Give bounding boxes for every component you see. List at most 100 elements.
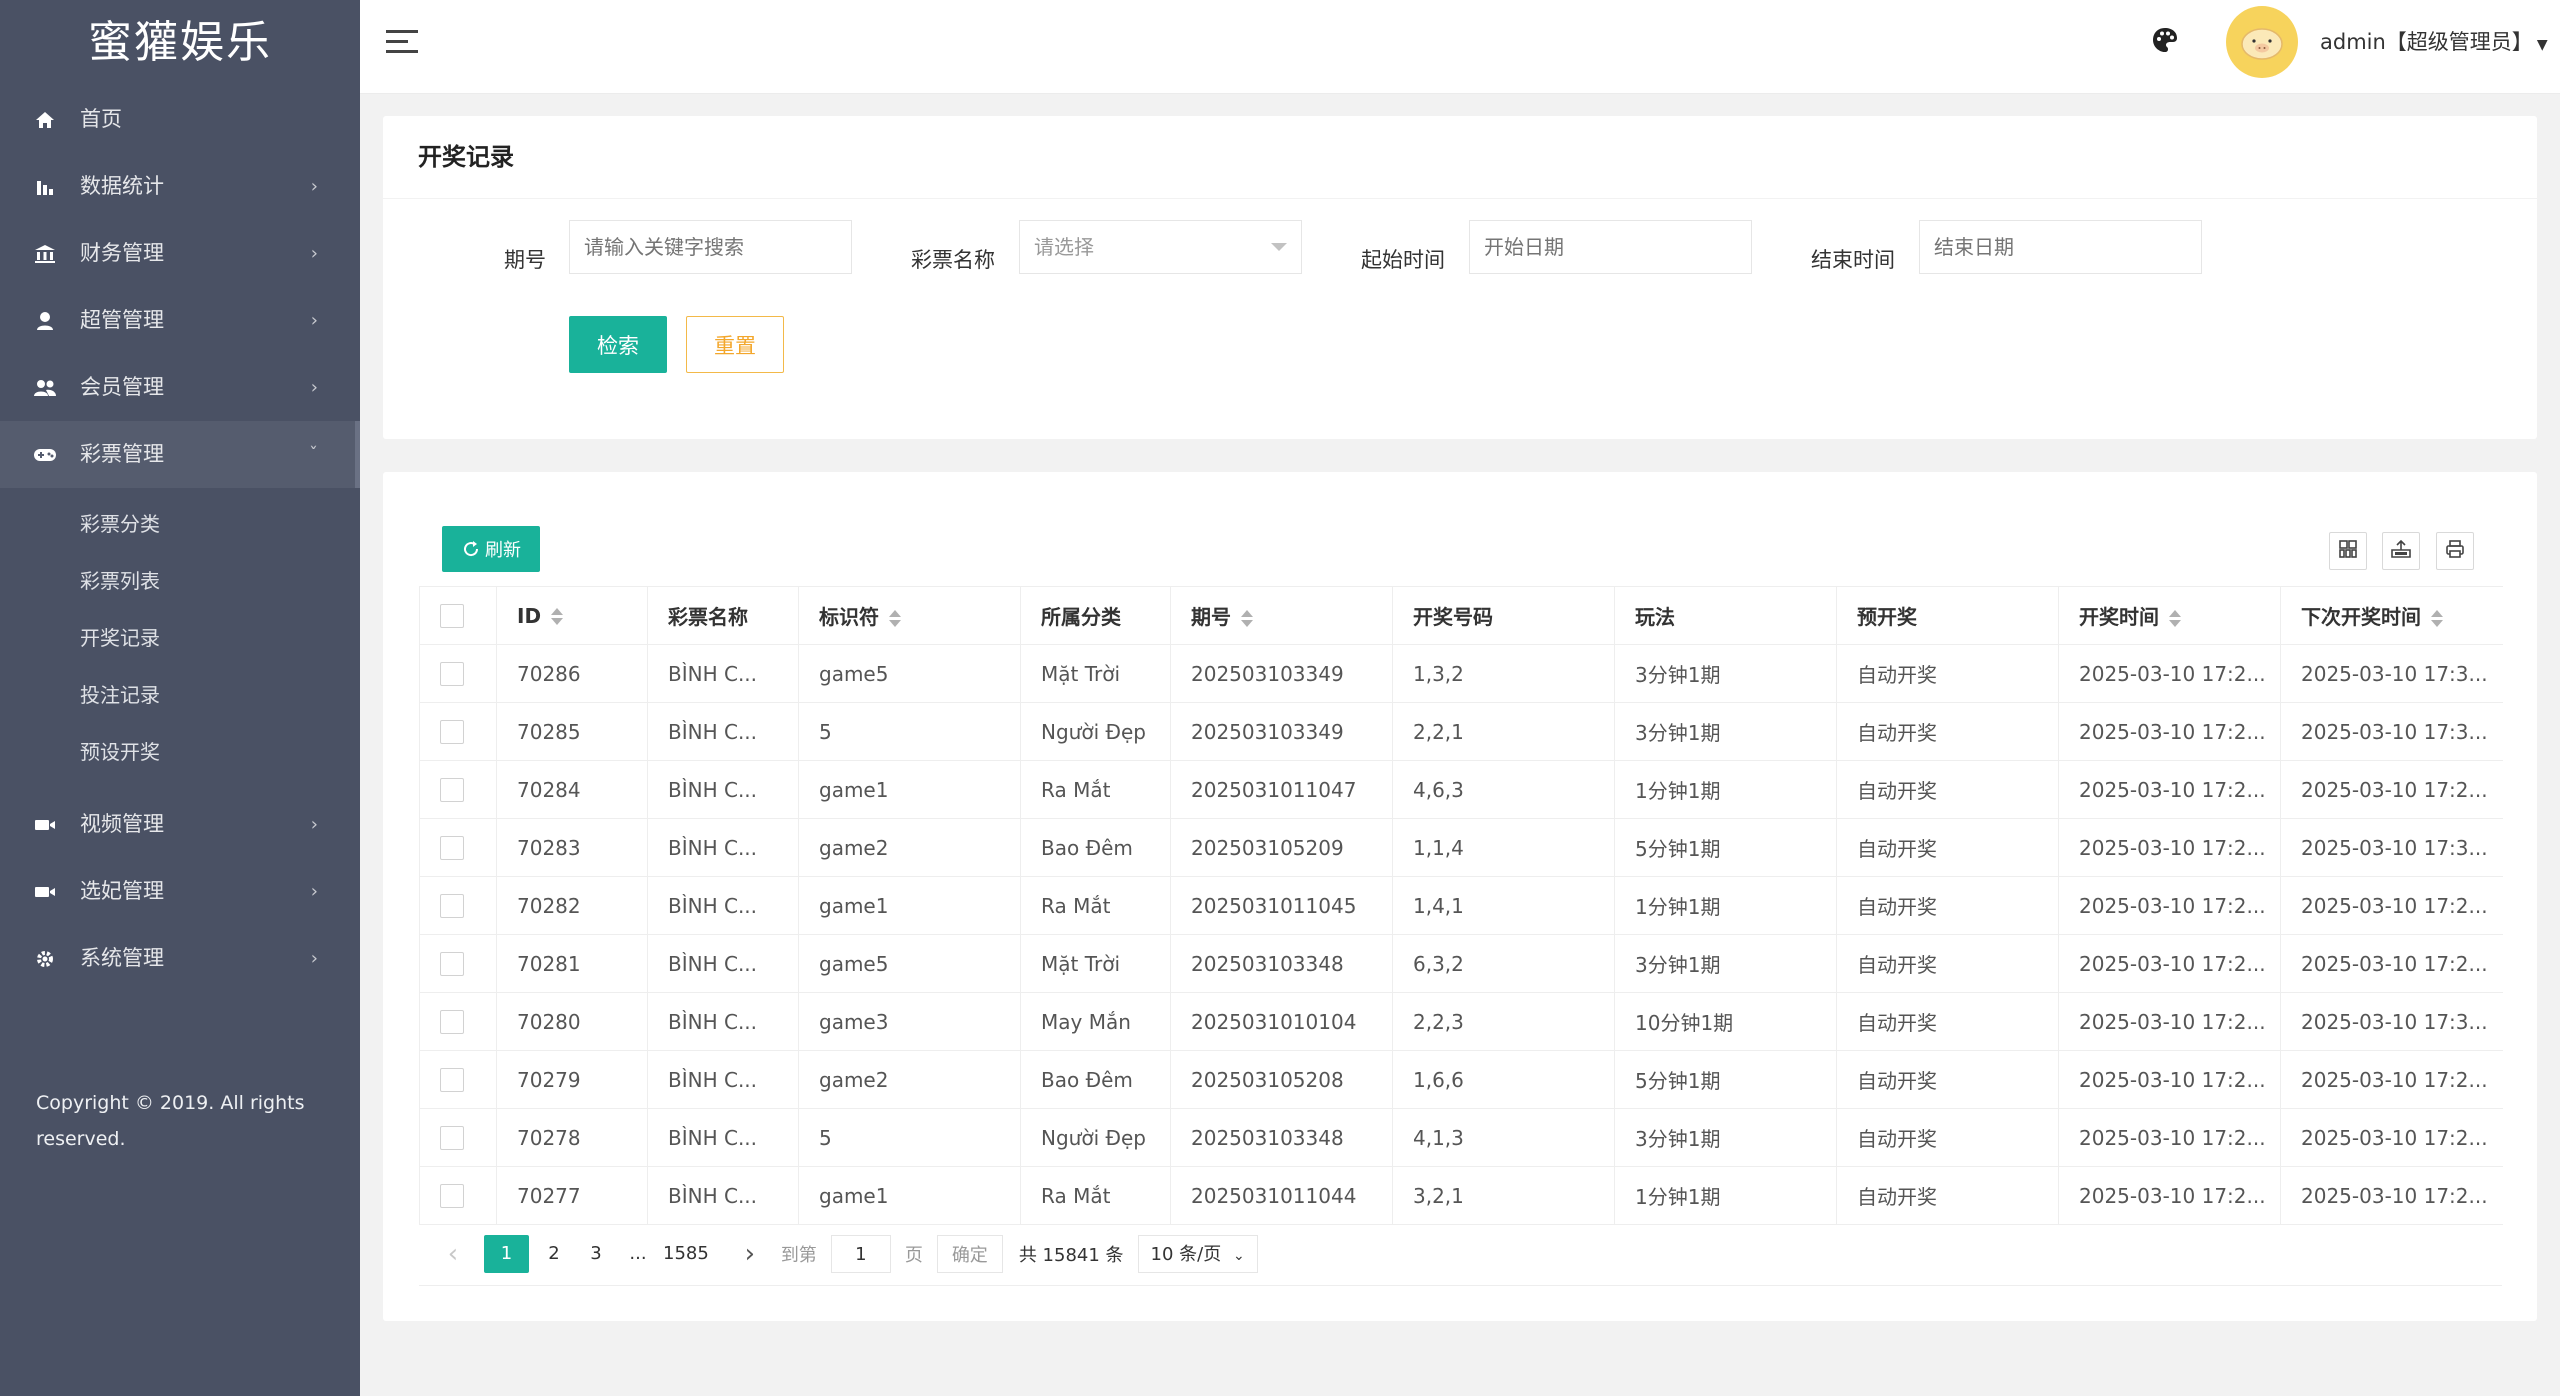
sort-icon[interactable] (2169, 609, 2181, 628)
column-header-lottery-name: 彩票名称 (647, 586, 799, 645)
row-checkbox[interactable] (440, 662, 464, 687)
sort-icon[interactable] (2431, 609, 2443, 628)
search-button[interactable]: 检索 (569, 316, 667, 373)
cell-preset-draw: 自动开奖 (1836, 702, 2059, 761)
brand-logo[interactable]: 蜜獾娱乐 (0, 0, 360, 86)
row-checkbox[interactable] (440, 952, 464, 977)
table-row[interactable]: 70284 BÌNH C... game1 Ra Mắt 2025031011047 4,… (419, 760, 2503, 819)
chevron-right-icon: › (310, 310, 318, 331)
cell-lottery-name: BÌNH C... (647, 934, 799, 993)
user-menu[interactable]: admin【超级管理员】 ▼ (2320, 26, 2548, 56)
column-header-period[interactable]: 期号 (1170, 586, 1393, 645)
cell-identifier: 5 (798, 702, 1021, 761)
row-select-cell (419, 644, 497, 703)
page-size-select[interactable]: 10 条/页 ⌄ (1137, 1235, 1258, 1273)
chevron-down-icon: ˇ (309, 444, 318, 465)
sidebar-item-home[interactable]: 首页 (0, 86, 360, 153)
end-date-input[interactable] (1919, 220, 2202, 274)
table-row[interactable]: 70282 BÌNH C... game1 Ra Mắt 2025031011045 1,… (419, 876, 2503, 935)
row-select-cell (419, 876, 497, 935)
row-checkbox[interactable] (440, 778, 464, 803)
subnav-item-draw-records[interactable]: 开奖记录 (0, 610, 360, 667)
chevron-right-icon: › (310, 814, 318, 835)
sort-icon[interactable] (551, 608, 564, 626)
refresh-button[interactable]: 刷新 (442, 526, 540, 572)
lottery-subnav: 彩票分类 彩票列表 开奖记录 投注记录 预设开奖 (0, 488, 360, 791)
goto-label: 到第 (780, 1245, 817, 1266)
column-header-preset-draw: 预开奖 (1836, 586, 2059, 645)
subnav-item-lottery-list[interactable]: 彩票列表 (0, 553, 360, 610)
cell-identifier: game2 (798, 818, 1021, 877)
page-button[interactable]: 3 (585, 1235, 607, 1273)
prev-page-icon[interactable]: ‹ (442, 1235, 464, 1273)
cell-identifier: game5 (798, 934, 1021, 993)
row-checkbox[interactable] (440, 894, 464, 919)
cell-id: 70284 (496, 760, 648, 819)
goto-confirm-button[interactable]: 确定 (936, 1235, 1003, 1273)
table-row[interactable]: 70281 BÌNH C... game5 Mặt Trời 202503103348 6… (419, 934, 2503, 993)
row-checkbox[interactable] (440, 1184, 464, 1209)
row-select-cell (419, 760, 497, 819)
page-button-current[interactable]: 1 (484, 1235, 529, 1273)
reset-button[interactable]: 重置 (686, 316, 784, 373)
cell-period: 202503103349 (1170, 702, 1393, 761)
row-checkbox[interactable] (440, 720, 464, 745)
sidebar-item-members[interactable]: 会员管理 › (0, 354, 360, 421)
cell-play-type: 3分钟1期 (1614, 1108, 1837, 1167)
next-page-icon[interactable]: › (739, 1235, 761, 1273)
subnav-item-lottery-category[interactable]: 彩票分类 (0, 496, 360, 553)
avatar[interactable] (2226, 6, 2298, 78)
table-row[interactable]: 70278 BÌNH C... 5 Người Đẹp 202503103348 4,1,… (419, 1108, 2503, 1167)
sidebar-item-finance[interactable]: 财务管理 › (0, 220, 360, 287)
cell-period: 2025031011045 (1170, 876, 1393, 935)
table-row[interactable]: 70277 BÌNH C... game1 Ra Mắt 2025031011044 3,… (419, 1166, 2503, 1225)
print-button[interactable] (2436, 532, 2474, 570)
cell-play-type: 1分钟1期 (1614, 760, 1837, 819)
cell-lottery-name: BÌNH C... (647, 992, 799, 1051)
sidebar-item-lottery[interactable]: 彩票管理 ˇ (0, 421, 360, 488)
cell-period: 202503103349 (1170, 644, 1393, 703)
column-header-next-draw-time[interactable]: 下次开奖时间 (2280, 586, 2503, 645)
column-header-identifier[interactable]: 标识符 (798, 586, 1021, 645)
period-search-input[interactable] (569, 220, 852, 274)
table-row[interactable]: 70280 BÌNH C... game3 May Mắn 2025031010104 2… (419, 992, 2503, 1051)
sidebar-item-system[interactable]: 系统管理 › (0, 925, 360, 992)
page-button[interactable]: 2 (543, 1235, 565, 1273)
start-date-input[interactable] (1469, 220, 1752, 274)
row-checkbox[interactable] (440, 1126, 464, 1151)
goto-page-input[interactable] (830, 1235, 891, 1273)
row-checkbox[interactable] (440, 1068, 464, 1093)
page-button-last[interactable]: 1585 (663, 1235, 709, 1273)
sidebar-item-video[interactable]: 视频管理 › (0, 791, 360, 858)
period-label: 期号 (504, 248, 546, 272)
table-row[interactable]: 70286 BÌNH C... game5 Mặt Trời 202503103349 1… (419, 644, 2503, 703)
chevron-right-icon: › (310, 377, 318, 398)
draw-records-table: ID 彩票名称 标识符 所属分类 期号 开奖号码 玩法 预开奖 开奖时间 下次开… (419, 586, 2503, 1225)
sort-icon[interactable] (1241, 609, 1253, 628)
columns-filter-button[interactable] (2329, 532, 2367, 570)
subnav-item-preset-draw[interactable]: 预设开奖 (0, 724, 360, 781)
cell-draw-time: 2025-03-10 17:2... (2058, 1108, 2281, 1167)
select-all-checkbox[interactable] (440, 604, 464, 629)
cell-id: 70279 (496, 1050, 648, 1109)
row-select-cell (419, 1050, 497, 1109)
cell-identifier: game3 (798, 992, 1021, 1051)
row-checkbox[interactable] (440, 836, 464, 861)
table-row[interactable]: 70285 BÌNH C... 5 Người Đẹp 202503103349 2,2,… (419, 702, 2503, 761)
cell-play-type: 3分钟1期 (1614, 934, 1837, 993)
subnav-item-bet-records[interactable]: 投注记录 (0, 667, 360, 724)
sort-icon[interactable] (889, 609, 901, 628)
table-row[interactable]: 70279 BÌNH C... game2 Bao Đêm 202503105208 1,… (419, 1050, 2503, 1109)
row-checkbox[interactable] (440, 1010, 464, 1035)
palette-icon[interactable] (2151, 26, 2183, 58)
sidebar-item-superadmin[interactable]: 超管管理 › (0, 287, 360, 354)
export-button[interactable] (2382, 532, 2420, 570)
table-row[interactable]: 70283 BÌNH C... game2 Bao Đêm 202503105209 1,… (419, 818, 2503, 877)
lottery-name-select[interactable]: 请选择 (1019, 220, 1302, 274)
cell-id: 70283 (496, 818, 648, 877)
sidebar-item-concubine[interactable]: 选妃管理 › (0, 858, 360, 925)
menu-toggle-icon[interactable] (386, 30, 418, 58)
column-header-draw-time[interactable]: 开奖时间 (2058, 586, 2281, 645)
column-header-id[interactable]: ID (496, 586, 648, 645)
sidebar-item-stats[interactable]: 数据统计 › (0, 153, 360, 220)
